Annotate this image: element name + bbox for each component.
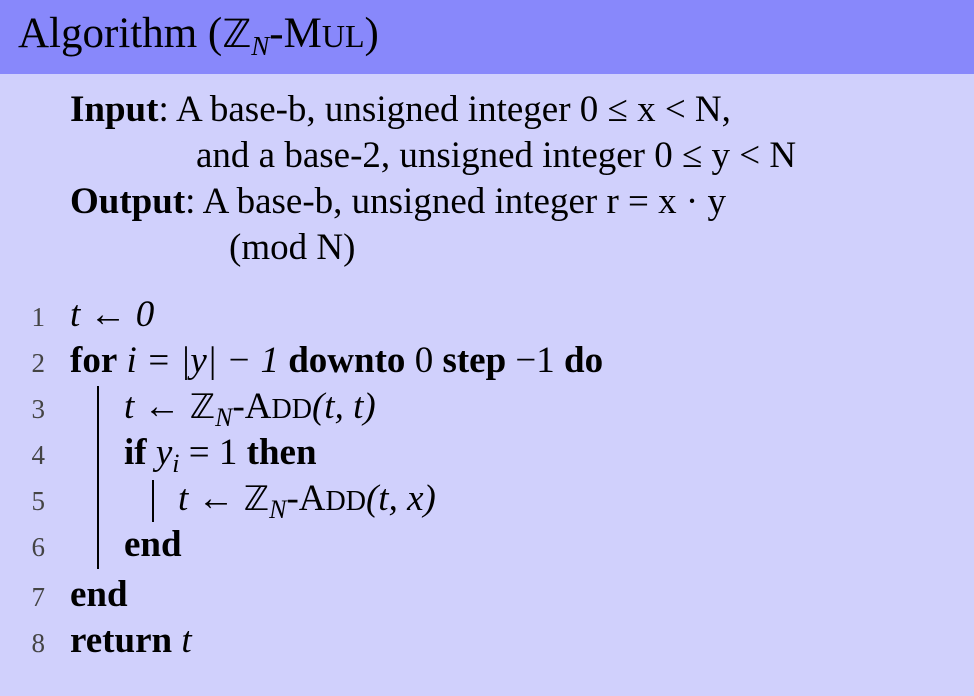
algorithm-title: Algorithm (ℤN-MUL)	[18, 6, 379, 66]
cond-rest: = 1	[179, 432, 247, 473]
code-line-4: if yi = 1 then	[124, 431, 317, 478]
keyword-if: if	[124, 432, 147, 473]
code-line-3: t ← ℤN-ADD(t, t)	[124, 385, 376, 432]
code-line-5: t ← ℤN-ADD(t, x)	[178, 477, 436, 524]
output-line-2: (mod N)	[229, 227, 356, 268]
algorithm-body: Input: A base-b, unsigned integer 0 ≤ x …	[0, 74, 974, 696]
call-name-initial: A	[244, 386, 272, 427]
call-dash: -	[232, 386, 245, 427]
line-number: 6	[31, 532, 46, 562]
keyword-step: step	[442, 340, 507, 381]
keyword-for: for	[70, 340, 118, 381]
title-prefix: Algorithm (	[18, 10, 223, 57]
input-spec-continued: and a base-2, unsigned integer 0 ≤ y < N	[196, 134, 796, 178]
line-number: 4	[31, 440, 46, 470]
set-subscript: N	[215, 403, 233, 432]
loop-step: −1	[506, 340, 565, 381]
call-name-rest: DD	[271, 394, 312, 425]
title-subscript: N	[251, 31, 270, 61]
cond-subscript: i	[172, 449, 180, 478]
line-number: 5	[31, 486, 46, 516]
code-line-8: return t	[70, 619, 192, 663]
set-symbol: ℤ	[243, 479, 270, 519]
assign-lhs: t ←	[178, 478, 244, 519]
call-name-initial: A	[298, 478, 326, 519]
output-label: Output	[70, 181, 186, 222]
keyword-do: do	[564, 340, 604, 381]
title-dash: -	[269, 10, 284, 57]
output-line-1: : A base-b, unsigned integer r = x · y	[185, 181, 726, 222]
return-var: t	[172, 620, 192, 661]
line-number: 1	[31, 302, 46, 332]
call-args: (t, x)	[365, 478, 436, 519]
keyword-return: return	[70, 620, 173, 661]
if-block-bar	[152, 480, 154, 522]
call-name-rest: DD	[325, 486, 366, 517]
input-spec: Input: A base-b, unsigned integer 0 ≤ x …	[70, 88, 731, 132]
set-symbol: ℤ	[189, 387, 216, 427]
loop-end: 0	[405, 340, 443, 381]
title-name-rest: UL	[321, 18, 365, 54]
cond-var: y	[146, 432, 173, 473]
input-label: Input	[70, 89, 159, 130]
loop-range: i = |y| − 1	[117, 340, 289, 381]
title-set-symbol: ℤ	[222, 12, 252, 57]
call-args: (t, t)	[311, 386, 376, 427]
line-number: 7	[31, 582, 46, 612]
set-subscript: N	[269, 495, 287, 524]
code-line-1: t ← 0	[70, 294, 155, 335]
title-suffix: )	[364, 10, 379, 57]
call-dash: -	[286, 478, 299, 519]
for-block-bar	[97, 386, 99, 569]
code-line-6: end	[124, 524, 182, 565]
keyword-then: then	[246, 432, 317, 473]
code-line-7: end	[70, 574, 128, 615]
input-line-2: and a base-2, unsigned integer 0 ≤ y < N	[196, 135, 797, 176]
assign-lhs: t ←	[124, 386, 190, 427]
line-number: 3	[31, 394, 46, 424]
title-name-initial: M	[283, 10, 322, 57]
keyword-downto: downto	[288, 340, 406, 381]
algorithm-header: Algorithm (ℤN-MUL)	[0, 0, 974, 74]
output-spec: Output: A base-b, unsigned integer r = x…	[70, 180, 726, 224]
line-number: 2	[31, 348, 46, 378]
code-line-2: for i = |y| − 1 downto 0 step −1 do	[70, 339, 603, 383]
line-number: 8	[31, 628, 46, 658]
input-line-1: : A base-b, unsigned integer 0 ≤ x < N,	[158, 89, 731, 130]
output-spec-continued: (mod N)	[229, 226, 355, 270]
